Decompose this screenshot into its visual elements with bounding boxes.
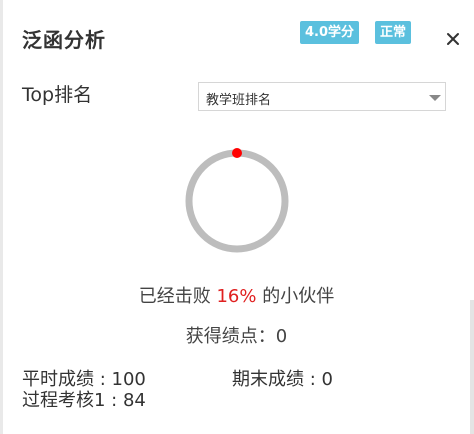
ranking-select-value: 教学班排名 — [206, 93, 272, 108]
course-detail-panel: 泛函分析 4.0学分 正常 Top排名 教学班排名 已经击败 16% 的小伙伴 … — [3, 0, 470, 434]
process-score: 过程考核1 : 84 — [22, 390, 146, 411]
defeat-prefix: 已经击败 — [138, 286, 217, 307]
final-score: 期末成绩 : 0 — [232, 369, 333, 390]
ranking-label: Top排名 — [22, 84, 93, 106]
course-title: 泛函分析 — [22, 28, 106, 52]
status-badge: 正常 — [375, 21, 412, 44]
ranking-select[interactable]: 教学班排名 — [198, 82, 446, 111]
ring-progress-marker — [232, 148, 242, 158]
ring-track — [185, 149, 289, 253]
chevron-down-icon — [429, 95, 441, 101]
defeat-suffix: 的小伙伴 — [256, 286, 335, 307]
defeat-percent: 16% — [216, 286, 257, 307]
close-icon[interactable] — [441, 25, 465, 49]
grade-points: 获得绩点：0 — [185, 326, 288, 347]
page-edge-right — [470, 300, 474, 434]
defeat-progress-ring — [185, 148, 289, 253]
credits-badge: 4.0学分 — [300, 21, 360, 44]
defeat-summary: 已经击败 16% 的小伙伴 — [3, 282, 470, 308]
